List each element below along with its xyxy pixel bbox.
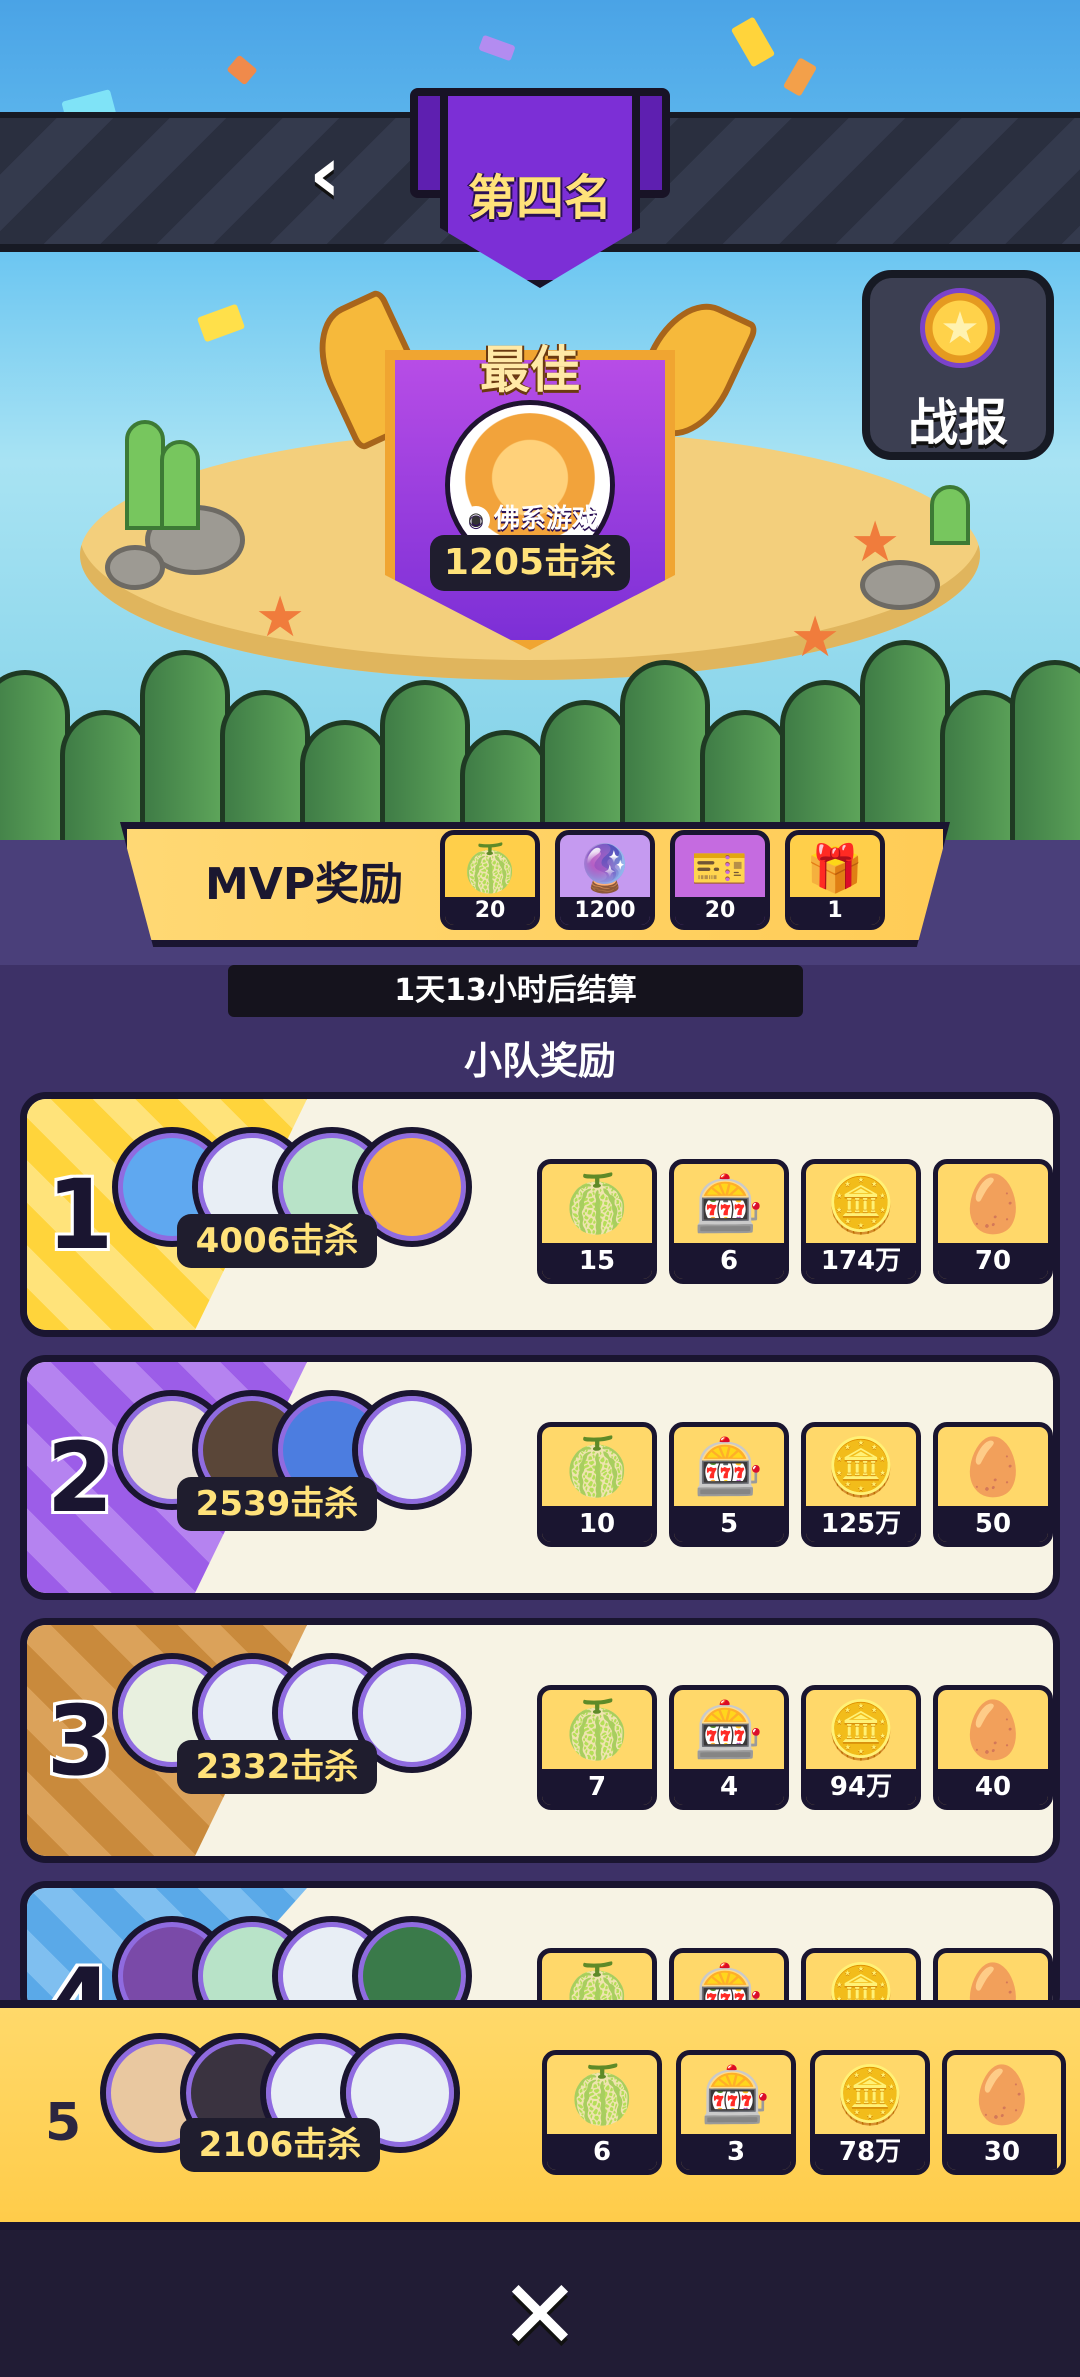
close-button[interactable]: ✕ — [495, 2259, 585, 2371]
confetti — [730, 16, 776, 68]
gift-box-icon: 🎁 — [806, 840, 864, 895]
gold-coins-icon: 🪙 — [826, 1172, 896, 1237]
mystery-box-icon: 🎰 — [701, 2063, 771, 2128]
my-team-kill-count: 2106击杀 — [180, 2118, 380, 2172]
mvp-reward-label: MVP奖励 — [205, 859, 404, 910]
mvp-reward-ticket[interactable]: 🎫 20 — [670, 830, 770, 930]
durian-fruit-icon: 🍈 — [562, 1698, 632, 1763]
rank-banner: 第四名 — [410, 88, 670, 288]
reward-mystery-box[interactable]: 🎰 3 — [676, 2050, 796, 2175]
rock — [105, 545, 165, 590]
durian-fruit-icon: 🍈 — [461, 840, 519, 895]
cactus — [930, 485, 970, 545]
mvp-card[interactable]: 最佳 ◉ 佛系游戏 — [299, 280, 761, 660]
reward-mystery-box[interactable]: 🎰 4 — [669, 1685, 789, 1810]
close-icon: ✕ — [499, 2259, 581, 2371]
mvp-title: 最佳 — [480, 341, 580, 399]
mvp-player-name: ◉ 佛系游戏 — [345, 498, 715, 535]
capsule-egg-icon: 🥚 — [958, 1435, 1028, 1500]
capsule-egg-icon: 🥚 — [967, 2063, 1037, 2128]
reward-durian[interactable]: 🍈 10 — [537, 1422, 657, 1547]
reward-durian[interactable]: 🍈 15 — [537, 1159, 657, 1284]
rank-row-2[interactable]: 2 2539击杀 🍈 10 🎰 5 🪙 125万 🥚 50 — [20, 1355, 1060, 1600]
player-icon: ◉ — [461, 505, 490, 534]
my-team-row[interactable]: 5 2106击杀 🍈 6 🎰 3 🪙 78万 🥚 30 — [0, 2000, 1080, 2230]
gold-coins-icon: 🪙 — [835, 2063, 905, 2128]
reward-gold-coins[interactable]: 🪙 125万 — [801, 1422, 921, 1547]
gold-coins-icon: 🪙 — [826, 1435, 896, 1500]
reward-durian[interactable]: 🍈 6 — [542, 2050, 662, 2175]
confetti — [196, 303, 246, 343]
reward-capsule[interactable]: 🥚 40 — [933, 1685, 1053, 1810]
rank-number: 2 — [46, 1422, 114, 1534]
rank-row-1[interactable]: 1 4006击杀 🍈 15 🎰 6 🪙 174万 🥚 70 — [20, 1092, 1060, 1337]
back-arrow-icon: ‹ — [308, 130, 342, 220]
team-reward-title: 小队奖励 — [463, 1039, 616, 1083]
ticket-icon: 🎫 — [691, 840, 749, 895]
starfish-icon: ★ — [850, 510, 901, 575]
durian-fruit-icon: 🍈 — [562, 1172, 632, 1237]
settlement-timer: 1天13小时后结算 — [228, 965, 803, 1017]
battle-report-button[interactable]: ★ 战报 — [862, 270, 1054, 460]
mystery-box-icon: 🎰 — [694, 1435, 764, 1500]
team-kill-count: 2539击杀 — [177, 1477, 377, 1531]
durian-fruit-icon: 🍈 — [562, 1435, 632, 1500]
capsule-egg-icon: 🥚 — [958, 1698, 1028, 1763]
cactus — [160, 440, 200, 530]
reward-gold-coins[interactable]: 🪙 78万 — [810, 2050, 930, 2175]
reward-capsule[interactable]: 🥚 70 — [933, 1159, 1053, 1284]
reward-gold-coins[interactable]: 🪙 174万 — [801, 1159, 921, 1284]
mvp-kill-count: 1205击杀 — [430, 535, 630, 591]
cactus — [125, 420, 165, 530]
reward-durian[interactable]: 🍈 7 — [537, 1685, 657, 1810]
reward-capsule[interactable]: 🥚 30 — [942, 2050, 1066, 2175]
team-kill-count: 4006击杀 — [177, 1214, 377, 1268]
team-kill-count: 2332击杀 — [177, 1740, 377, 1794]
mystery-box-icon: 🎰 — [694, 1172, 764, 1237]
mvp-reward-durian[interactable]: 🍈 20 — [440, 830, 540, 930]
capsule-egg-icon: 🥚 — [958, 1172, 1028, 1237]
gold-coins-icon: 🪙 — [826, 1698, 896, 1763]
medal-icon: ★ — [920, 288, 1000, 368]
back-button[interactable]: ‹ — [290, 136, 360, 214]
rank-label: 第四名 — [467, 170, 612, 226]
my-rank-number: 5 — [45, 2093, 82, 2153]
reward-capsule[interactable]: 🥚 50 — [933, 1422, 1053, 1547]
gem-orbs-icon: 🔮 — [576, 840, 634, 895]
mvp-reward-gems[interactable]: 🔮 1200 — [555, 830, 655, 930]
reward-mystery-box[interactable]: 🎰 6 — [669, 1159, 789, 1284]
rank-number: 3 — [46, 1685, 114, 1797]
durian-fruit-icon: 🍈 — [567, 2063, 637, 2128]
confetti — [226, 54, 258, 86]
rank-row-3[interactable]: 3 2332击杀 🍈 7 🎰 4 🪙 94万 🥚 40 — [20, 1618, 1060, 1863]
confetti — [478, 34, 516, 62]
reward-mystery-box[interactable]: 🎰 5 — [669, 1422, 789, 1547]
reward-gold-coins[interactable]: 🪙 94万 — [801, 1685, 921, 1810]
rank-number: 1 — [46, 1159, 114, 1271]
confetti — [782, 57, 818, 97]
mystery-box-icon: 🎰 — [694, 1698, 764, 1763]
battle-report-label: 战报 — [908, 394, 1008, 452]
mvp-reward-gift[interactable]: 🎁 1 — [785, 830, 885, 930]
